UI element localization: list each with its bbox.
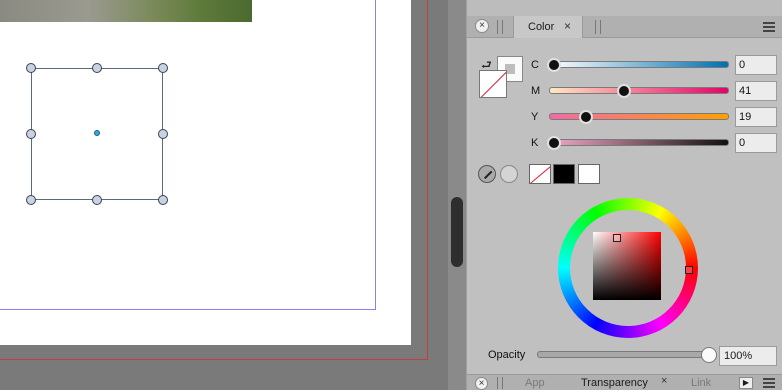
swatch-none[interactable] xyxy=(529,164,551,184)
slider-label-c: C xyxy=(531,59,539,71)
slider-label-y: Y xyxy=(531,111,539,123)
vertical-scrollbar-thumb[interactable] xyxy=(451,197,463,267)
panel-menu-icon[interactable] xyxy=(763,378,775,388)
slider-value-c[interactable]: 0 xyxy=(735,55,777,75)
resize-handle-bottom-right[interactable] xyxy=(158,195,168,205)
tab-color[interactable]: Color xyxy=(513,16,583,38)
swatch-white[interactable] xyxy=(578,164,600,184)
slider-track-c[interactable] xyxy=(549,61,729,68)
opacity-slider-knob[interactable] xyxy=(701,347,717,363)
picked-color-swatch xyxy=(500,165,518,183)
rotation-center-point[interactable] xyxy=(94,130,100,136)
saturation-marker[interactable] xyxy=(613,234,621,242)
tab-color-label: Color xyxy=(528,21,555,33)
resize-handle-top[interactable] xyxy=(92,63,102,73)
slider-knob-k[interactable] xyxy=(547,136,561,150)
panel-grip-icon[interactable] xyxy=(595,20,601,34)
resize-handle-bottom-left[interactable] xyxy=(26,195,36,205)
placed-image[interactable] xyxy=(0,0,252,22)
document-canvas[interactable] xyxy=(0,0,450,390)
close-tab-icon[interactable]: × xyxy=(661,375,667,387)
opacity-label: Opacity xyxy=(488,349,526,361)
slider-track-y[interactable] xyxy=(549,113,729,120)
opacity-slider-track[interactable] xyxy=(537,351,711,358)
resize-handle-top-left[interactable] xyxy=(26,63,36,73)
resize-handle-top-right[interactable] xyxy=(158,63,168,73)
close-panel-icon[interactable]: × xyxy=(475,377,488,390)
close-tab-icon[interactable]: × xyxy=(564,19,571,33)
panel-tab-bar: × Color × xyxy=(467,16,782,38)
eyedropper-icon[interactable] xyxy=(478,165,496,183)
slider-value-m[interactable]: 41 xyxy=(735,81,777,101)
color-panel: × Color × ⮐ Opacity 100% × App Transpare… xyxy=(466,0,782,390)
slider-value-y[interactable]: 19 xyxy=(735,107,777,127)
fill-color-well[interactable] xyxy=(479,70,507,98)
slider-track-m[interactable] xyxy=(549,87,729,94)
tab-app[interactable]: App xyxy=(525,375,555,390)
bottom-tab-bar: × App Transparency × Link ▶ xyxy=(467,374,782,390)
hue-marker[interactable] xyxy=(685,266,693,274)
swatch-black[interactable] xyxy=(553,164,575,184)
tab-transparency[interactable]: Transparency xyxy=(581,375,667,390)
opacity-value-field[interactable]: 100% xyxy=(719,346,777,366)
slider-value-k[interactable]: 0 xyxy=(735,133,777,153)
panel-grip-icon[interactable] xyxy=(497,377,503,389)
slider-label-k: K xyxy=(531,137,539,149)
vertical-scrollbar-track[interactable] xyxy=(448,0,466,390)
resize-handle-left[interactable] xyxy=(26,129,36,139)
saturation-brightness-square[interactable] xyxy=(593,232,661,300)
panel-menu-icon[interactable] xyxy=(763,22,775,32)
panel-grip-icon[interactable] xyxy=(497,20,503,34)
play-icon[interactable]: ▶ xyxy=(739,377,753,389)
close-panel-icon[interactable]: × xyxy=(475,19,489,33)
slider-knob-c[interactable] xyxy=(547,58,561,72)
resize-handle-right[interactable] xyxy=(158,129,168,139)
panel-top-strip xyxy=(467,0,782,16)
slider-knob-m[interactable] xyxy=(616,84,631,98)
tab-link[interactable]: Link xyxy=(691,375,721,390)
resize-handle-bottom[interactable] xyxy=(92,195,102,205)
slider-label-m: M xyxy=(531,85,541,97)
slider-track-k[interactable] xyxy=(549,139,729,146)
slider-knob-y[interactable] xyxy=(579,110,594,124)
